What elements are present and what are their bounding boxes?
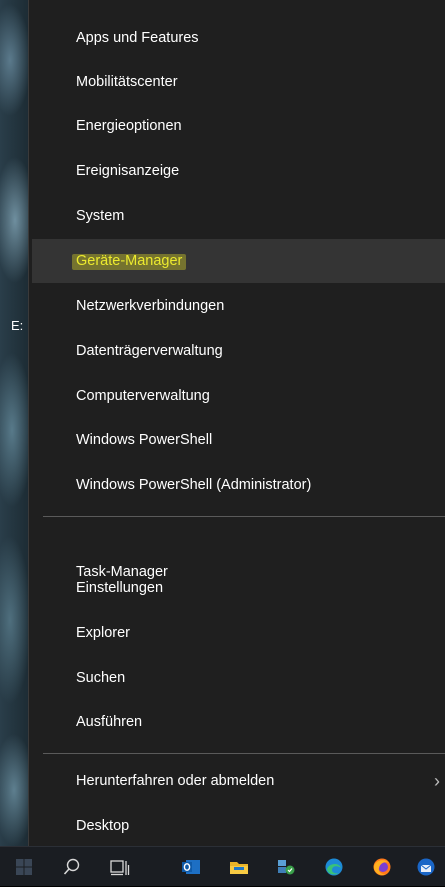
edge-taskbar-button[interactable]	[310, 847, 358, 887]
menu-separator	[43, 753, 445, 754]
menu-item-label-text: Geräte-Manager	[76, 253, 183, 269]
menu-item-label: Datenträgerverwaltung	[76, 343, 223, 359]
menu-item-computerverwaltung[interactable]: Computerverwaltung	[32, 374, 445, 418]
menu-item-windows-powershell[interactable]: Windows PowerShell	[32, 418, 445, 462]
menu-item-label: Desktop	[76, 818, 130, 834]
menu-item-label: Einstellungen	[76, 580, 164, 596]
file-explorer-taskbar-button[interactable]	[215, 847, 263, 887]
menu-item-einstellungen[interactable]: Einstellungen	[32, 566, 445, 610]
menu-item-energieoptionen[interactable]: Energieoptionen	[32, 104, 445, 148]
menu-item-label-highlighted: Geräte-Manager	[72, 253, 187, 270]
outlook-icon	[182, 860, 200, 874]
menu-item-windows-powershell-admin[interactable]: Windows PowerShell (Administrator)	[32, 463, 445, 507]
edge-icon	[325, 858, 343, 876]
menu-item-label: Ausführen	[76, 714, 143, 730]
menu-item-geraete-manager[interactable]: Geräte-Manager	[32, 239, 445, 283]
menu-item-datentraegerverwaltung[interactable]: Datenträgerverwaltung	[32, 329, 445, 373]
menu-item-label: Herunterfahren oder abmelden	[76, 773, 275, 789]
taskbar	[0, 846, 445, 886]
network-app-taskbar-button[interactable]	[262, 847, 310, 887]
task-view-button[interactable]	[96, 847, 144, 887]
outlook-taskbar-button[interactable]	[167, 847, 215, 887]
menu-item-system[interactable]: System	[32, 194, 445, 238]
network-app-icon	[278, 860, 295, 875]
menu-item-apps-und-features[interactable]: Apps und Features	[32, 16, 445, 60]
menu-item-label: Windows PowerShell (Administrator)	[76, 477, 312, 493]
menu-item-netzwerkverbindungen[interactable]: Netzwerkverbindungen	[32, 284, 445, 328]
menu-item-label: Netzwerkverbindungen	[76, 298, 225, 314]
search-icon	[63, 858, 80, 875]
menu-item-label: Suchen	[76, 670, 126, 686]
chevron-right-icon: ›	[434, 771, 440, 791]
menu-item-desktop[interactable]: Desktop	[32, 804, 445, 848]
thunderbird-icon	[417, 858, 434, 876]
menu-item-label: Energieoptionen	[76, 118, 182, 134]
windows-start-icon	[16, 859, 32, 875]
menu-item-label: Windows PowerShell	[76, 432, 213, 448]
menu-item-ereignisanzeige[interactable]: Ereignisanzeige	[32, 149, 445, 193]
menu-item-explorer[interactable]: Explorer	[32, 611, 445, 655]
menu-item-herunterfahren-oder-abmelden[interactable]: Herunterfahren oder abmelden ›	[32, 759, 445, 803]
menu-item-suchen[interactable]: Suchen	[32, 656, 445, 700]
file-explorer-icon	[230, 862, 248, 874]
desktop-partial-label: E:	[11, 318, 24, 333]
menu-item-label: System	[76, 208, 125, 224]
power-user-menu: Apps und Features Mobilitätscenter Energ…	[28, 0, 445, 846]
task-view-icon	[110, 860, 130, 876]
search-button[interactable]	[48, 847, 96, 887]
start-button[interactable]	[0, 847, 48, 887]
menu-item-label: Apps und Features	[76, 30, 199, 46]
menu-separator	[43, 516, 445, 517]
menu-item-label: Mobilitätscenter	[76, 74, 178, 90]
firefox-taskbar-button[interactable]	[358, 847, 406, 887]
menu-item-label: Ereignisanzeige	[76, 163, 180, 179]
menu-item-label: Explorer	[76, 625, 130, 641]
menu-item-mobilitaetscenter[interactable]: Mobilitätscenter	[32, 60, 445, 104]
menu-item-label: Computerverwaltung	[76, 388, 210, 404]
menu-item-ausfuehren[interactable]: Ausführen	[32, 700, 445, 744]
firefox-icon	[373, 858, 391, 876]
thunderbird-taskbar-button[interactable]	[406, 847, 445, 887]
